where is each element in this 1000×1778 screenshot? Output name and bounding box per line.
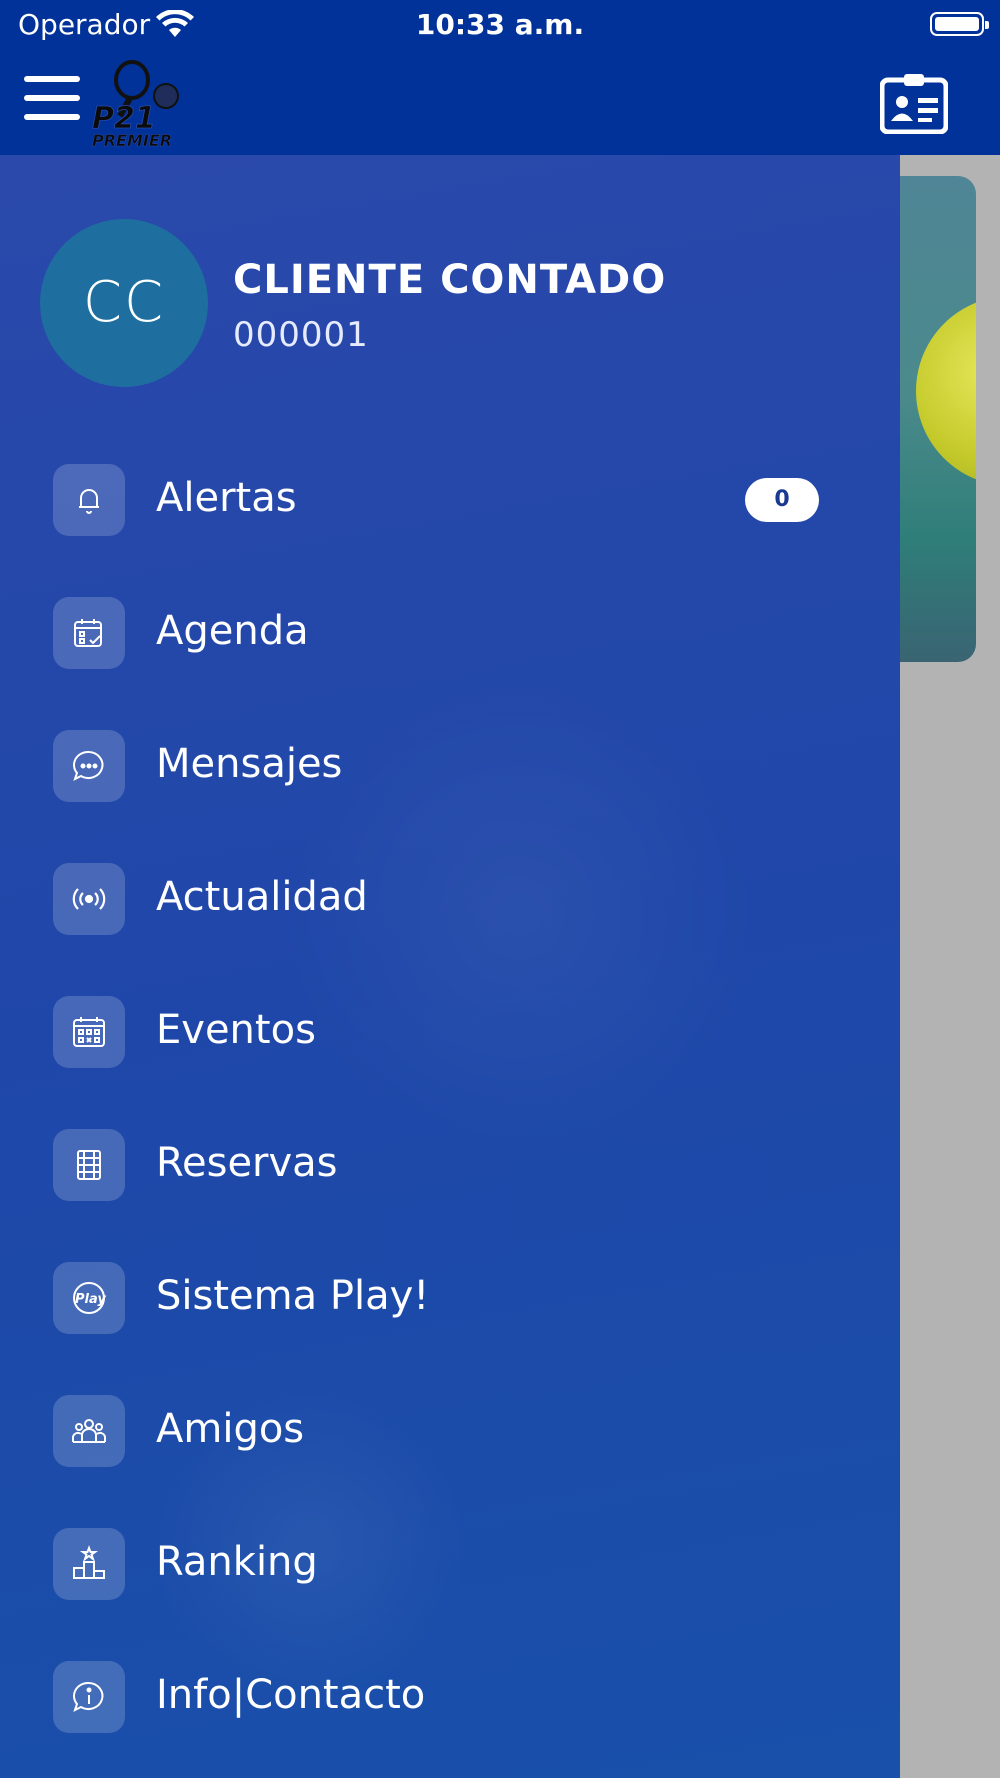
menu-toggle-button[interactable] bbox=[24, 76, 80, 120]
bell-icon bbox=[53, 464, 125, 536]
status-time: 10:33 a.m. bbox=[415, 8, 585, 41]
menu-item-info-contacto[interactable]: Info|Contacto bbox=[0, 1652, 900, 1742]
tennis-ball-image bbox=[916, 296, 976, 486]
play-badge-icon: Play bbox=[53, 1262, 125, 1334]
menu-label: Actualidad bbox=[156, 874, 368, 920]
id-card-icon[interactable] bbox=[880, 72, 948, 134]
menu-label: Amigos bbox=[156, 1406, 305, 1452]
menu-label: Mensajes bbox=[156, 741, 343, 787]
court-icon bbox=[53, 1129, 125, 1201]
user-id: 000001 bbox=[233, 315, 369, 355]
club-logo: P21 PREMIER bbox=[92, 60, 179, 148]
info-chat-icon bbox=[53, 1661, 125, 1733]
user-name: CLIENTE CONTADO bbox=[233, 257, 667, 303]
broadcast-icon bbox=[53, 863, 125, 935]
menu-item-reservas[interactable]: Reservas bbox=[0, 1120, 900, 1210]
calendar-check-icon bbox=[53, 597, 125, 669]
menu-item-mensajes[interactable]: Mensajes bbox=[0, 721, 900, 811]
menu-label: Ranking bbox=[156, 1539, 318, 1585]
menu-item-agenda[interactable]: Agenda bbox=[0, 588, 900, 678]
menu-label: Sistema Play! bbox=[156, 1273, 430, 1319]
calendar-grid-icon bbox=[53, 996, 125, 1068]
menu-label: Eventos bbox=[156, 1007, 316, 1053]
top-bar: Operador 10:33 a.m. P21 PREMIER bbox=[0, 0, 1000, 155]
friends-icon bbox=[53, 1395, 125, 1467]
avatar[interactable]: CC bbox=[40, 219, 208, 387]
menu-label: Info|Contacto bbox=[156, 1672, 426, 1718]
menu-item-ranking[interactable]: Ranking bbox=[0, 1519, 900, 1609]
alert-count-badge: 0 bbox=[745, 478, 819, 522]
svg-text:Play: Play bbox=[75, 1292, 106, 1307]
menu-label: Alertas bbox=[156, 475, 297, 521]
menu-item-amigos[interactable]: Amigos bbox=[0, 1386, 900, 1476]
menu-item-alertas[interactable]: Alertas 0 bbox=[0, 455, 900, 545]
menu-item-sistema-play[interactable]: Play Sistema Play! bbox=[0, 1253, 900, 1343]
svg-text:PREMIER: PREMIER bbox=[92, 131, 172, 148]
battery-icon bbox=[930, 12, 989, 36]
chat-bubble-icon bbox=[53, 730, 125, 802]
menu-label: Agenda bbox=[156, 608, 309, 654]
menu-item-eventos[interactable]: Eventos bbox=[0, 987, 900, 1077]
podium-icon bbox=[53, 1528, 125, 1600]
menu-label: Reservas bbox=[156, 1140, 338, 1186]
menu-item-actualidad[interactable]: Actualidad bbox=[0, 854, 900, 944]
side-drawer: CC CLIENTE CONTADO 000001 Alertas 0 Agen… bbox=[0, 155, 900, 1778]
